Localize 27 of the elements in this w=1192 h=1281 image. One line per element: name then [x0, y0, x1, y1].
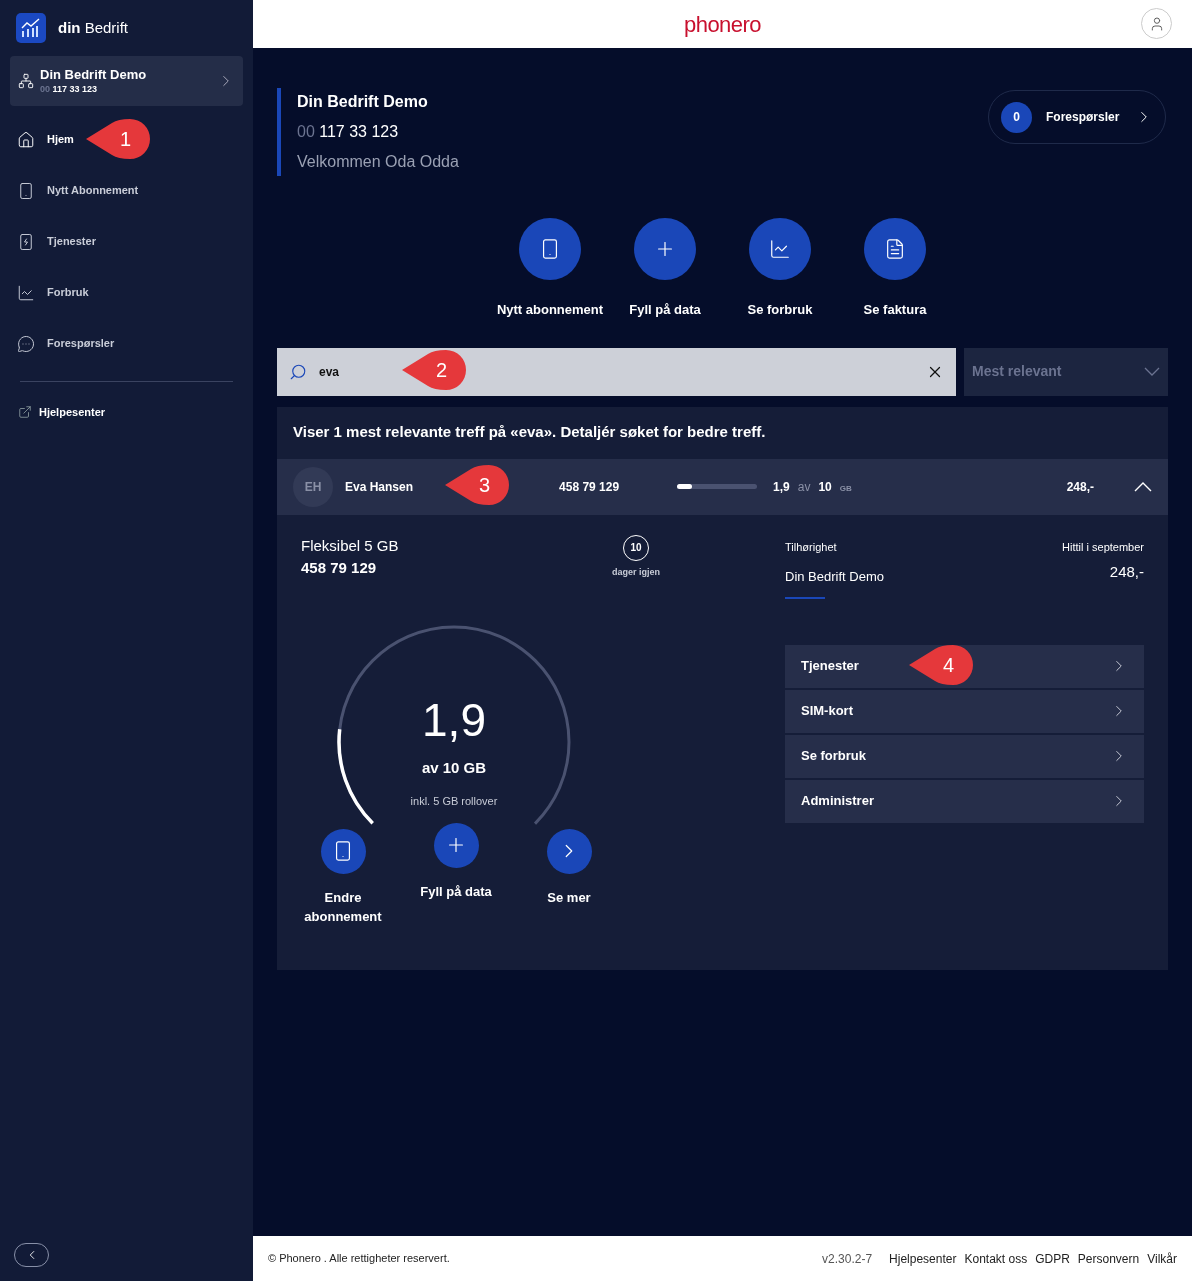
initials-avatar: EH	[293, 466, 333, 507]
callout-tooltip: 3	[445, 464, 509, 505]
welcome-text: Velkommen Oda Odda	[297, 152, 459, 172]
phone-number: 458 79 129	[559, 478, 621, 496]
plan-name: Fleksibel 5 GB	[301, 535, 400, 556]
days-label: dager igjen	[612, 565, 660, 579]
count-badge: 0	[1001, 101, 1032, 133]
plan-number: 458 79 129	[301, 558, 378, 578]
subscriber-name: Eva Hansen	[345, 478, 414, 496]
phonero-logo: phonero	[684, 10, 761, 39]
period-amount: 248,-	[1109, 562, 1144, 582]
gauge-note: inkl. 5 GB rollover	[410, 794, 498, 809]
company-number: 00 117 33 123	[297, 122, 400, 142]
usage-text: 1,9 av 10 GB	[773, 478, 852, 496]
company-name: Din Bedrift Demo	[297, 92, 429, 112]
callout-tooltip: 1	[86, 119, 150, 159]
callout-tooltip: 4	[909, 644, 973, 685]
version-text: v2.30.2-7	[822, 1250, 873, 1268]
period-label: Hittil i september	[1062, 539, 1144, 555]
gauge-value: 1,9	[422, 696, 486, 743]
copyright-text: © Phonero . Alle rettigheter reservert.	[268, 1251, 450, 1267]
gauge-label: av 10 GB	[421, 757, 487, 778]
price: 248,-	[1066, 478, 1094, 496]
callout-tooltip: 2	[402, 349, 466, 390]
affiliation-label: Tilhørighet	[785, 539, 838, 555]
result-summary: Viser 1 mest relevante treff på «eva». Detaljér søket for bedre treff.	[292, 422, 767, 443]
brand-name: din Bedrift	[58, 17, 129, 38]
